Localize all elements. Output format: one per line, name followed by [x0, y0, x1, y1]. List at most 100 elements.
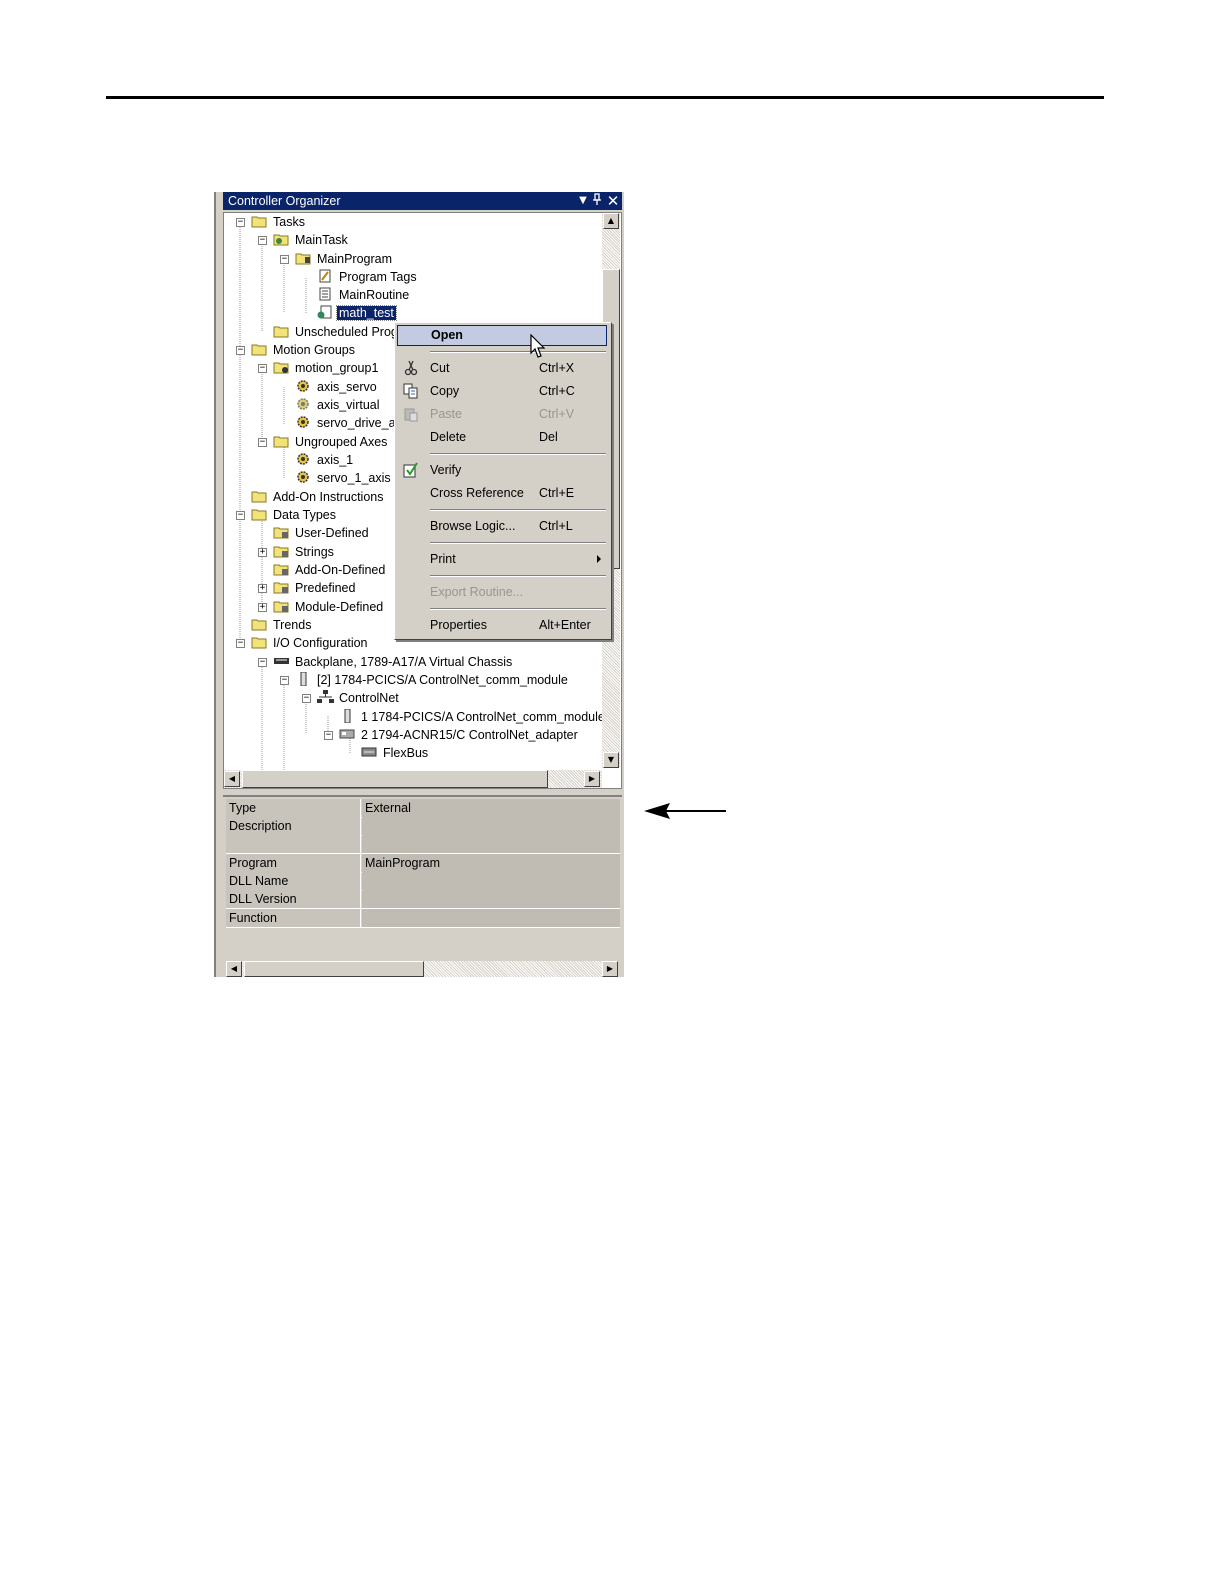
tree-item-servo-1-axis[interactable]: servo_1_axis — [295, 469, 393, 487]
property-key: Program — [226, 854, 361, 872]
scroll-down-icon[interactable]: ▼ — [603, 752, 619, 768]
collapse-icon[interactable]: − — [258, 236, 267, 245]
datatype-folder-icon — [273, 525, 290, 539]
menu-item-verify[interactable]: Verify — [397, 459, 607, 481]
pin-icon[interactable] — [591, 192, 603, 210]
menu-item-export-routine[interactable]: Export Routine... — [397, 581, 607, 603]
task-icon — [273, 232, 290, 246]
tree-item-mainroutine[interactable]: MainRoutine — [317, 286, 411, 304]
properties-horizontal-scrollbar[interactable]: ◀ ▶ — [226, 961, 618, 977]
tree-item-flexbus[interactable]: FlexBus — [361, 744, 430, 762]
property-value[interactable]: External — [362, 799, 620, 817]
property-row: Description — [226, 817, 620, 836]
tree-item-axis-virtual[interactable]: axis_virtual — [295, 396, 382, 414]
property-key: Description — [226, 817, 361, 835]
mouse-pointer-icon — [530, 334, 546, 358]
menu-item-cross-reference[interactable]: Cross Reference Ctrl+E — [397, 482, 607, 504]
tree-item-servo-drive-axis[interactable]: servo_drive_a — [295, 414, 398, 432]
tree-item-add-on-instructions[interactable]: Add-On Instructions — [251, 488, 385, 506]
collapse-icon[interactable]: − — [236, 511, 245, 520]
folder-icon — [251, 617, 268, 631]
tree-item-predefined[interactable]: Predefined — [273, 579, 357, 597]
property-value[interactable]: MainProgram — [362, 854, 620, 872]
tree-item-motion-group1[interactable]: motion_group1 — [273, 359, 380, 377]
collapse-icon[interactable]: − — [258, 438, 267, 447]
menu-separator — [430, 575, 606, 577]
tree-item-tasks[interactable]: Tasks — [251, 213, 307, 231]
collapse-icon[interactable]: − — [236, 639, 245, 648]
submenu-arrow-icon — [597, 555, 601, 563]
collapse-icon[interactable]: − — [280, 676, 289, 685]
close-icon[interactable]: ✕ — [606, 192, 620, 210]
collapse-icon[interactable]: − — [258, 658, 267, 667]
tree-item-pcics-module-1[interactable]: 1 1784-PCICS/A ControlNet_comm_module — [339, 708, 607, 726]
menu-item-delete[interactable]: Delete Del — [397, 426, 607, 448]
scroll-left-icon[interactable]: ◀ — [226, 961, 242, 977]
collapse-icon[interactable]: − — [302, 694, 311, 703]
dropdown-arrow-icon[interactable]: ▼ — [577, 192, 589, 210]
tree-item-ungrouped-axes[interactable]: Ungrouped Axes — [273, 433, 389, 451]
tree-item-axis-1[interactable]: axis_1 — [295, 451, 355, 469]
tree-item-pcics-module-2[interactable]: [2] 1784-PCICS/A ControlNet_comm_module — [295, 671, 570, 689]
property-value[interactable] — [362, 890, 620, 908]
menu-item-paste[interactable]: Paste Ctrl+V — [397, 403, 607, 425]
axis-icon — [295, 379, 312, 393]
menu-item-open[interactable]: Open — [397, 325, 607, 346]
tree-item-add-on-defined[interactable]: Add-On-Defined — [273, 561, 387, 579]
collapse-icon[interactable]: − — [280, 255, 289, 264]
tree-item-math-test[interactable]: math_test — [317, 304, 397, 322]
tree-item-acnr15-adapter[interactable]: 2 1794-ACNR15/C ControlNet_adapter — [339, 726, 580, 744]
menu-separator — [430, 351, 606, 353]
tree-item-maintask[interactable]: MainTask — [273, 231, 350, 249]
module-icon — [339, 708, 356, 724]
tree-item-motion-groups[interactable]: Motion Groups — [251, 341, 357, 359]
scroll-up-icon[interactable]: ▲ — [603, 213, 619, 229]
program-tags-icon — [317, 269, 334, 283]
menu-item-properties[interactable]: Properties Alt+Enter — [397, 614, 607, 636]
expand-icon[interactable]: + — [258, 603, 267, 612]
expand-icon[interactable]: + — [258, 548, 267, 557]
property-value[interactable] — [362, 817, 620, 835]
scroll-right-icon[interactable]: ▶ — [584, 771, 600, 787]
collapse-icon[interactable]: − — [258, 364, 267, 373]
backplane-icon — [273, 654, 290, 668]
tree-item-mainprogram[interactable]: MainProgram — [295, 250, 394, 268]
collapse-icon[interactable]: − — [236, 346, 245, 355]
menu-item-print[interactable]: Print — [397, 548, 607, 570]
titlebar: Controller Organizer ▼ ✕ — [223, 192, 622, 210]
folder-open-icon — [251, 507, 268, 521]
tree-horizontal-scrollbar[interactable]: ◀ ▶ — [224, 770, 602, 788]
program-icon — [295, 251, 312, 265]
tree-item-axis-servo[interactable]: axis_servo — [295, 378, 379, 396]
tree-item-data-types[interactable]: Data Types — [251, 506, 338, 524]
tree-item-unscheduled-programs[interactable]: Unscheduled Progr — [273, 323, 404, 341]
property-value[interactable] — [362, 909, 620, 927]
tree-item-module-defined[interactable]: Module-Defined — [273, 598, 385, 616]
tree-item-controlnet[interactable]: ControlNet — [317, 689, 401, 707]
tree-item-user-defined[interactable]: User-Defined — [273, 524, 371, 542]
menu-item-cut[interactable]: Cut Ctrl+X — [397, 357, 607, 379]
scroll-left-icon[interactable]: ◀ — [224, 771, 240, 787]
menu-item-copy[interactable]: Copy Ctrl+C — [397, 380, 607, 402]
menu-separator — [430, 608, 606, 610]
tree-item-program-tags[interactable]: Program Tags — [317, 268, 419, 286]
menu-item-browse-logic[interactable]: Browse Logic... Ctrl+L — [397, 515, 607, 537]
tree-item-trends[interactable]: Trends — [251, 616, 313, 634]
scroll-right-icon[interactable]: ▶ — [602, 961, 618, 977]
properties-scroll-thumb[interactable] — [244, 961, 424, 977]
external-routine-icon — [317, 305, 334, 319]
tree-item-backplane[interactable]: Backplane, 1789-A17/A Virtual Chassis — [273, 653, 514, 671]
scissors-icon — [403, 360, 419, 376]
tree-item-io-configuration[interactable]: I/O Configuration — [251, 634, 370, 652]
collapse-icon[interactable]: − — [324, 731, 333, 740]
property-row: Program MainProgram — [226, 854, 620, 873]
collapse-icon[interactable]: − — [236, 218, 245, 227]
paste-icon — [403, 406, 419, 422]
tree-horizontal-scroll-thumb[interactable] — [242, 770, 548, 788]
expand-icon[interactable]: + — [258, 584, 267, 593]
tree-item-strings[interactable]: Strings — [273, 543, 336, 561]
folder-open-icon — [251, 214, 268, 228]
property-value[interactable] — [362, 872, 620, 890]
page-header-rule — [106, 96, 1104, 99]
property-value[interactable] — [362, 835, 620, 853]
